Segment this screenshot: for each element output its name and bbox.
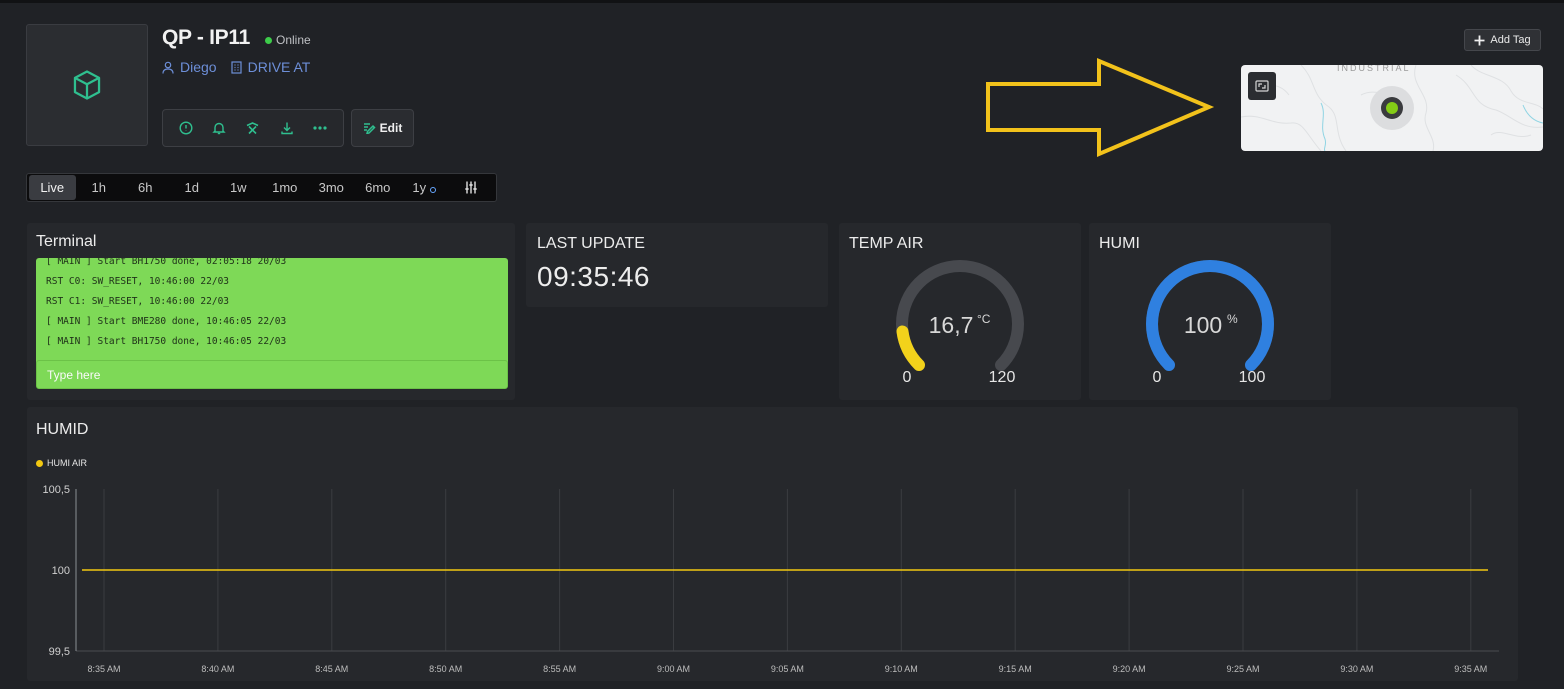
terminal-line: [ MAIN ] Start BH1750 done, 10:46:05 22/…: [46, 336, 287, 347]
temp-unit: °C: [977, 312, 991, 326]
terminal-line: [ MAIN ] Start BH1750 done, 02:05:18 20/…: [46, 258, 287, 267]
online-dot-icon: [265, 36, 272, 44]
add-tag-label: Add Tag: [1490, 34, 1531, 46]
time-range-settings-button[interactable]: [448, 175, 495, 200]
edit-label: Edit: [379, 121, 403, 135]
more-button[interactable]: [308, 116, 332, 140]
info-icon: [179, 121, 193, 135]
x-tick-label: 8:35 AM: [87, 664, 120, 674]
download-button[interactable]: [275, 116, 299, 140]
time-range-1d[interactable]: 1d: [169, 175, 216, 200]
temp-min-label: 0: [903, 369, 912, 386]
terminal-title: Terminal: [36, 233, 97, 250]
y-tick-label: 100,5: [42, 484, 70, 496]
status-text: Online: [276, 33, 311, 47]
terminal-output[interactable]: [ MAIN ] Start BH1750 done, 02:05:18 20/…: [36, 258, 508, 375]
x-tick-label: 9:05 AM: [771, 664, 804, 674]
x-tick-label: 9:25 AM: [1226, 664, 1259, 674]
terminal-input[interactable]: Type here: [36, 360, 508, 389]
temp-value: 16,7: [929, 312, 974, 338]
x-tick-label: 8:45 AM: [315, 664, 348, 674]
terminal-line: RST C0: SW_RESET, 10:46:00 22/03: [46, 276, 230, 287]
time-range-1y[interactable]: 1y: [401, 175, 448, 200]
expand-icon: [1255, 80, 1269, 92]
temp-air-gauge: 16,7 °C 0 120: [896, 260, 1024, 386]
x-tick-label: 9:00 AM: [657, 664, 690, 674]
edit-icon: [363, 123, 376, 134]
building-icon: [230, 60, 242, 74]
x-tick-label: 9:10 AM: [885, 664, 918, 674]
time-range-6h[interactable]: 6h: [122, 175, 169, 200]
x-tick-label: 9:20 AM: [1113, 664, 1146, 674]
x-tick-label: 9:35 AM: [1454, 664, 1487, 674]
top-border: [0, 0, 1564, 3]
last-update-widget: LAST UPDATE 09:35:46: [526, 223, 828, 307]
sliders-icon: [465, 181, 477, 194]
time-range-1y-label: 1y: [412, 180, 427, 195]
x-tick-label: 8:50 AM: [429, 664, 462, 674]
device-meta: Diego DRIVE AT: [162, 59, 310, 75]
download-icon: [280, 122, 293, 135]
humi-max-label: 100: [1239, 369, 1266, 386]
humi-value: 100: [1184, 312, 1222, 338]
wrench-icon: [247, 122, 259, 135]
map-area-label: INDUSTRIAL: [1337, 65, 1411, 73]
edit-button[interactable]: Edit: [351, 109, 414, 147]
last-update-title: LAST UPDATE: [537, 235, 645, 252]
indicator-dot-icon: [430, 186, 437, 193]
add-tag-button[interactable]: Add Tag: [1464, 29, 1541, 51]
alerts-button[interactable]: [207, 116, 231, 140]
time-range-1w[interactable]: 1w: [215, 175, 262, 200]
last-update-value: 09:35:46: [537, 261, 650, 292]
x-tick-label: 8:55 AM: [543, 664, 576, 674]
y-tick-label: 100: [52, 565, 70, 577]
more-icon: [313, 126, 327, 130]
annotation-arrow: [986, 58, 1215, 158]
y-tick-label: 99,5: [49, 646, 70, 658]
temp-air-gauge-widget: TEMP AIR 16,7 °C 0 120: [839, 223, 1081, 400]
organization-link[interactable]: DRIVE AT: [230, 59, 311, 75]
organization-name: DRIVE AT: [247, 59, 311, 75]
temp-gauge-fill: [896, 325, 925, 372]
bell-icon: [212, 122, 227, 135]
humi-min-label: 0: [1153, 369, 1162, 386]
terminal-widget: Terminal [ MAIN ] Start BH1750 done, 02:…: [27, 223, 515, 400]
location-map[interactable]: INDUSTRIAL: [1241, 65, 1543, 151]
plus-icon: [1474, 35, 1485, 45]
time-range-1h[interactable]: 1h: [76, 175, 123, 200]
humi-gauge-widget: HUMI 100 % 0 100: [1089, 223, 1331, 400]
owner-name: Diego: [180, 59, 217, 75]
x-tick-label: 9:15 AM: [999, 664, 1032, 674]
map-terrain: [1241, 65, 1543, 151]
device-thumbnail: [26, 24, 148, 146]
x-tick-label: 8:40 AM: [201, 664, 234, 674]
map-expand-button[interactable]: [1248, 72, 1276, 100]
device-title: QP - IP11: [162, 26, 250, 49]
time-range-live[interactable]: Live: [29, 175, 76, 200]
device-action-group: [162, 109, 344, 147]
tools-button[interactable]: [241, 116, 265, 140]
time-range-1mo[interactable]: 1mo: [262, 175, 309, 200]
temp-max-label: 120: [989, 369, 1016, 386]
terminal-line: RST C1: SW_RESET, 10:46:00 22/03: [46, 296, 230, 307]
status-badge: Online: [265, 33, 311, 47]
humid-chart-widget: HUMID HUMI AIR 8:35 AM 8:40 AM 8:45 AM 8:50…: [27, 407, 1518, 681]
cube-icon: [73, 70, 101, 100]
x-tick-label: 9:30 AM: [1340, 664, 1373, 674]
time-range-3mo[interactable]: 3mo: [308, 175, 355, 200]
time-range-6mo[interactable]: 6mo: [355, 175, 402, 200]
info-button[interactable]: [174, 116, 198, 140]
time-range-selector: Live 1h 6h 1d 1w 1mo 3mo 6mo 1y: [26, 173, 497, 202]
terminal-line: [ MAIN ] Start BME280 done, 10:46:05 22/…: [46, 316, 287, 327]
humi-gauge: 100 % 0 100: [1146, 260, 1274, 386]
owner-link[interactable]: Diego: [162, 59, 217, 75]
humid-chart: 8:35 AM 8:40 AM 8:45 AM 8:50 AM 8:55 AM 9:00 …: [42, 484, 1499, 674]
user-icon: [162, 61, 174, 74]
humi-unit: %: [1227, 312, 1238, 326]
